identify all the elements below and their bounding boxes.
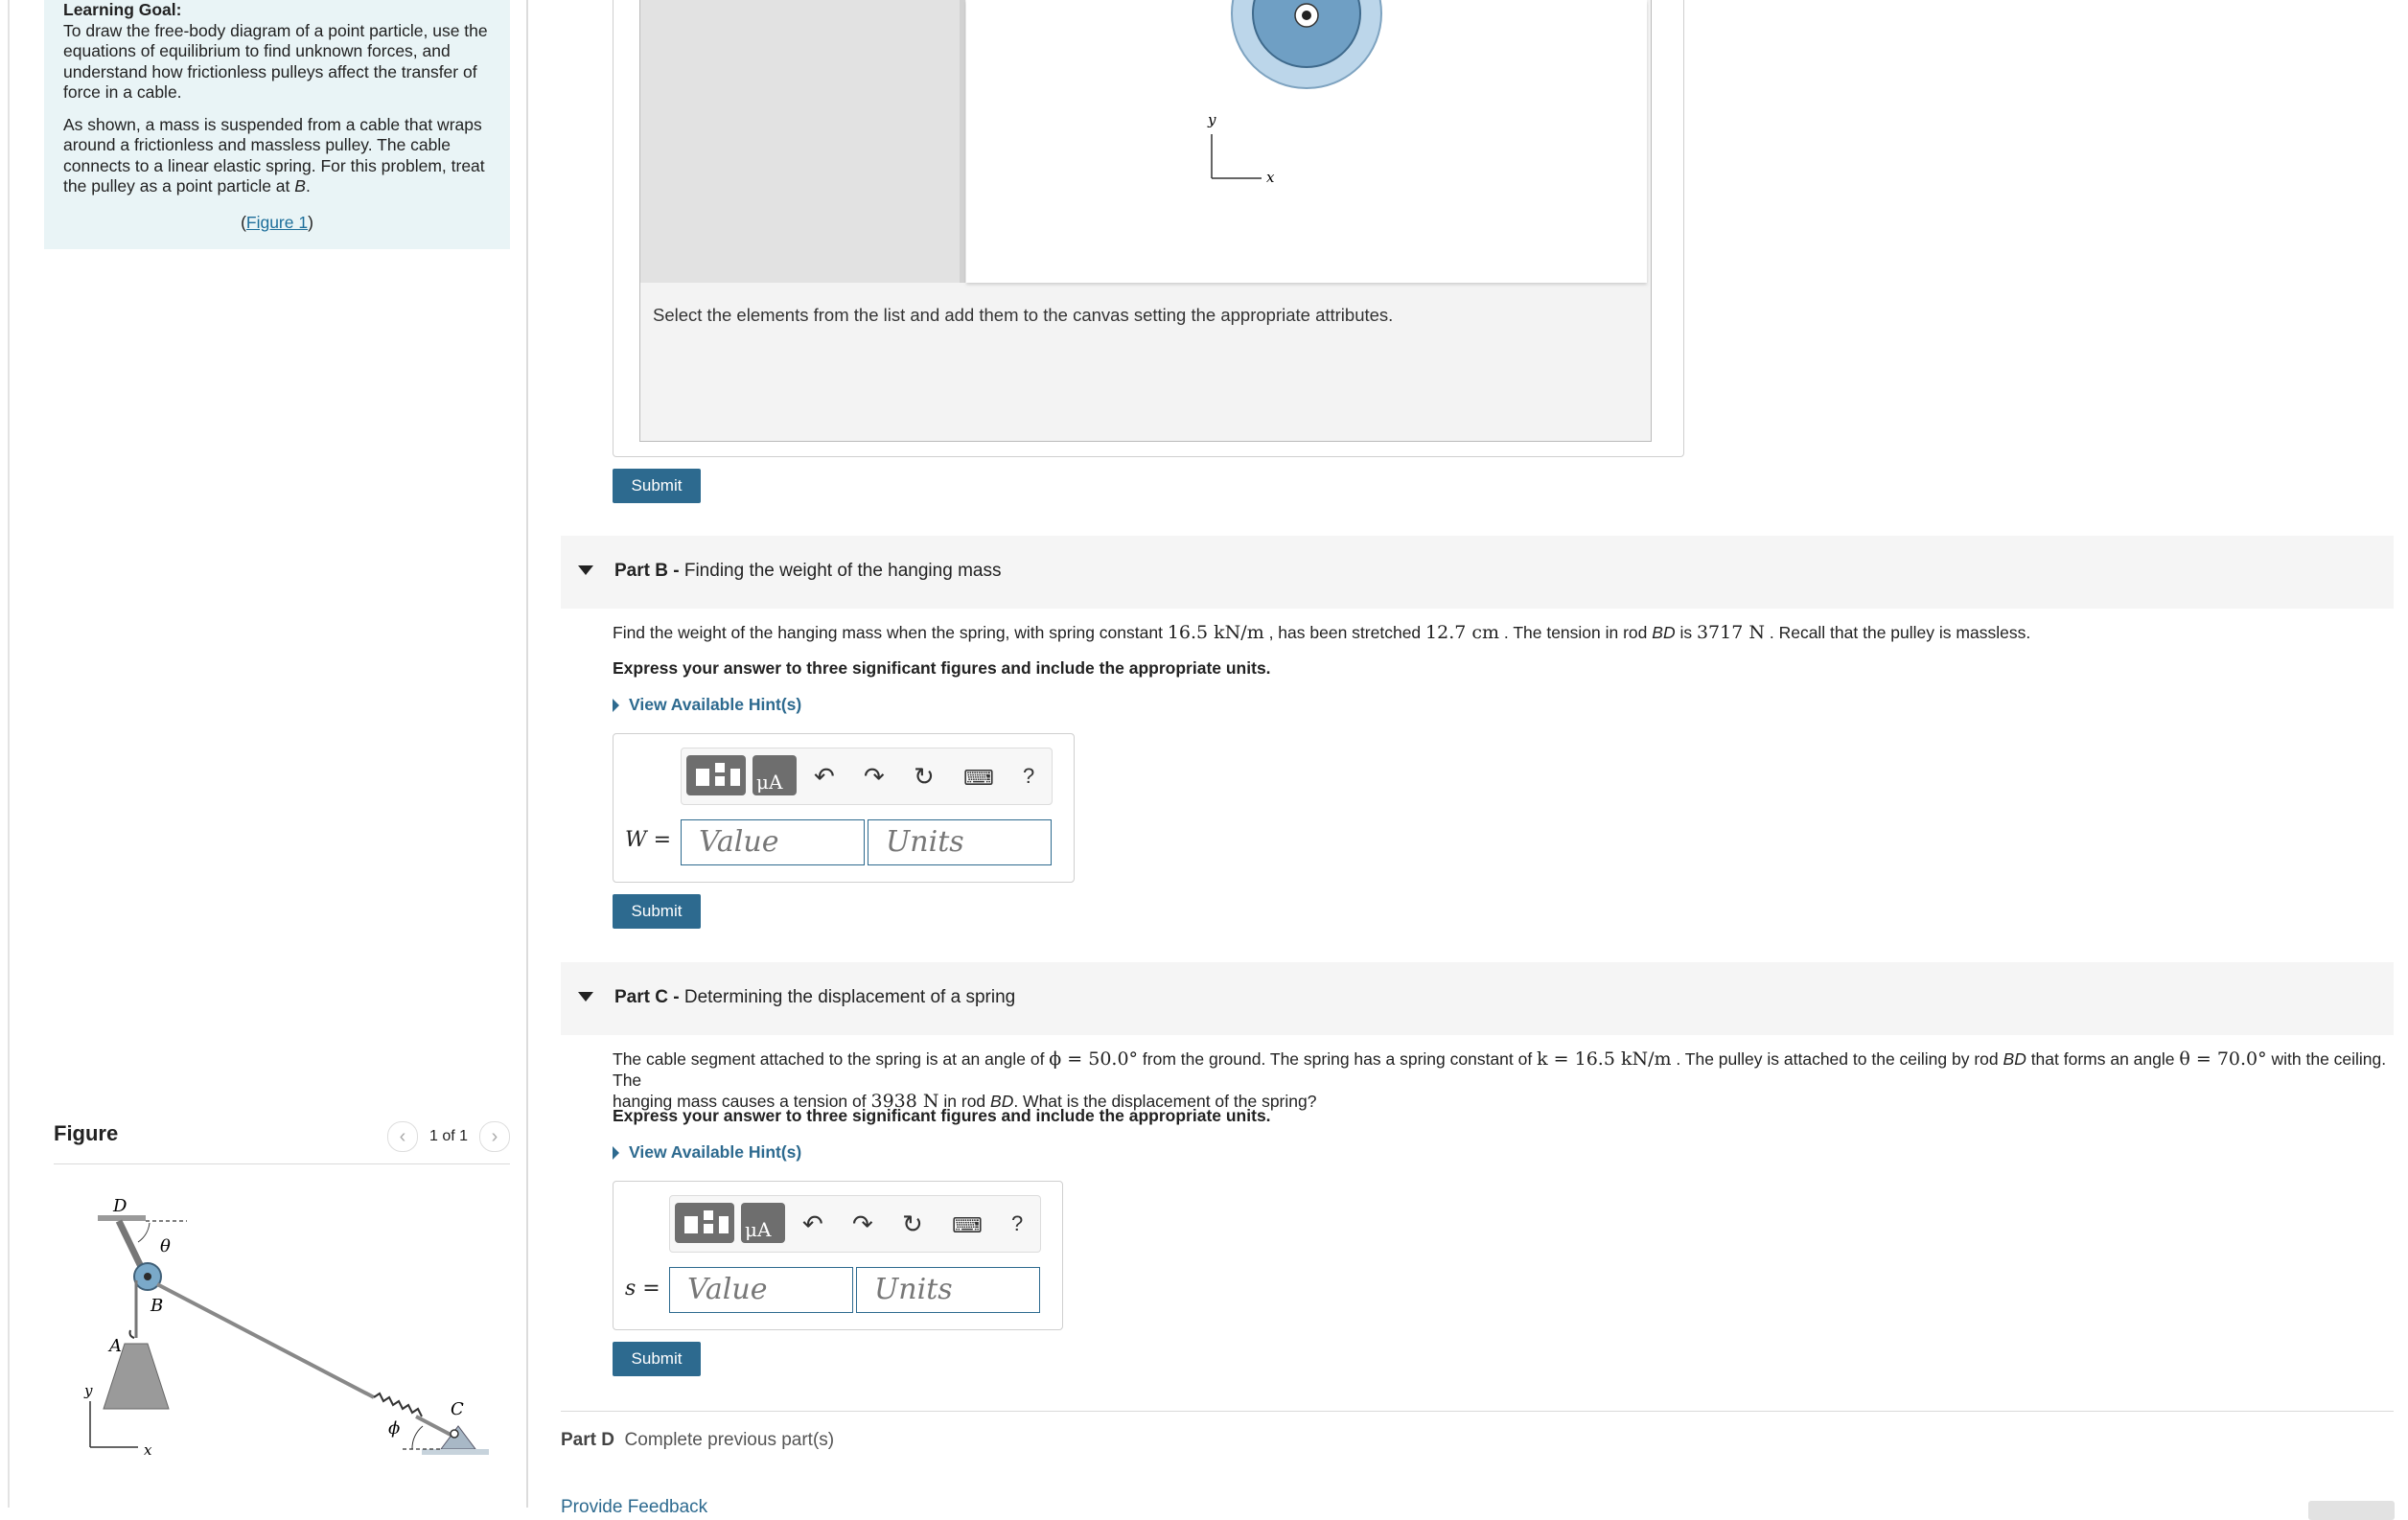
element-list-panel[interactable] <box>640 0 965 283</box>
units-symbols-button[interactable]: μA <box>752 755 797 795</box>
part-b-hint-toggle[interactable]: View Available Hint(s) <box>613 695 801 715</box>
collapse-triangle-icon <box>578 992 593 1002</box>
next-figure-button[interactable]: › <box>479 1121 510 1152</box>
label-a: A <box>107 1336 122 1356</box>
cable-to-spring <box>156 1282 375 1399</box>
keyboard-icon[interactable]: ⌨ <box>963 766 994 791</box>
part-c-submit-button[interactable]: Submit <box>613 1342 701 1376</box>
mu-a-icon: μA <box>756 771 783 794</box>
part-b-header[interactable]: Part B - Finding the weight of the hangi… <box>561 536 2394 609</box>
fbd-canvas[interactable]: y x <box>966 0 1647 283</box>
learning-goal-panel: Learning Goal: To draw the free-body diag… <box>44 0 510 249</box>
ground-c <box>422 1449 489 1455</box>
part-b-toolbar: μA ↶ ↷ ↻ ⌨ ? <box>681 748 1053 805</box>
undo-icon[interactable]: ↶ <box>814 762 835 792</box>
part-b-title: Part B - Finding the weight of the hangi… <box>614 561 1002 581</box>
panel-divider[interactable] <box>526 0 528 1508</box>
label-d: D <box>112 1196 127 1216</box>
pin-c <box>450 1429 459 1439</box>
reset-icon[interactable]: ↻ <box>914 762 935 792</box>
label-c: C <box>451 1399 464 1419</box>
axis-x-label: x <box>144 1441 152 1459</box>
problem-description: As shown, a mass is suspended from a cab… <box>63 114 485 196</box>
part-c-instruction: Express your answer to three significant… <box>613 1106 1271 1125</box>
part-a-submit-button[interactable]: Submit <box>613 469 701 503</box>
templates-button[interactable] <box>675 1203 734 1243</box>
displacement-variable-label: s = <box>625 1277 660 1301</box>
part-c-question: The cable segment attached to the spring… <box>613 1048 2387 1112</box>
redo-icon[interactable]: ↷ <box>852 1209 873 1239</box>
mu-a-icon: μA <box>745 1218 772 1241</box>
help-icon[interactable]: ? <box>1011 1211 1023 1236</box>
weight-variable-label: W = <box>625 828 672 852</box>
learning-goal-heading: Learning Goal: <box>63 0 182 19</box>
reset-icon[interactable]: ↻ <box>902 1209 923 1239</box>
provide-feedback-link[interactable]: Provide Feedback <box>561 1497 707 1518</box>
figure-title: Figure <box>54 1121 119 1145</box>
templates-icon <box>684 1210 729 1233</box>
label-phi: ϕ <box>388 1418 400 1439</box>
canvas-pulley-dot <box>1302 11 1311 20</box>
part-a-instructions: Select the elements from the list and ad… <box>653 305 1394 325</box>
spring <box>373 1392 423 1417</box>
displacement-units-input[interactable]: Units <box>856 1267 1040 1313</box>
support-c <box>440 1425 476 1450</box>
help-icon[interactable]: ? <box>1023 764 1034 789</box>
figure-link[interactable]: Figure 1 <box>246 213 308 232</box>
chevron-right-icon: › <box>491 1125 498 1147</box>
pulley-axle <box>144 1273 151 1280</box>
expand-triangle-icon <box>613 698 619 712</box>
label-b: B <box>150 1296 163 1316</box>
figure-pager: ‹ 1 of 1 › <box>386 1121 510 1152</box>
keyboard-icon[interactable]: ⌨ <box>952 1213 983 1238</box>
part-c-toolbar: μA ↶ ↷ ↻ ⌨ ? <box>669 1195 1041 1253</box>
expand-triangle-icon <box>613 1145 619 1160</box>
weight-value-input[interactable]: Value <box>681 819 865 865</box>
label-theta: θ <box>160 1236 171 1256</box>
pulley-figure: D θ B A C ϕ y x <box>83 1196 489 1459</box>
collapse-triangle-icon <box>578 565 593 575</box>
prev-figure-button[interactable]: ‹ <box>386 1121 418 1152</box>
part-b-instruction: Express your answer to three significant… <box>613 658 1271 678</box>
templates-icon <box>696 763 740 786</box>
part-c-title: Part C - Determining the displacement of… <box>614 987 1016 1007</box>
axis-y-label: y <box>83 1382 93 1399</box>
part-b-submit-button[interactable]: Submit <box>613 894 701 929</box>
figure-header: Figure ‹ 1 of 1 › <box>54 1121 510 1164</box>
figure-page-count: 1 of 1 <box>428 1128 468 1144</box>
figure-link-wrap: (Figure 1) <box>241 212 313 232</box>
redo-icon[interactable]: ↷ <box>864 762 885 792</box>
undo-icon[interactable]: ↶ <box>802 1209 823 1239</box>
next-button[interactable] <box>2308 1501 2395 1520</box>
displacement-value-input[interactable]: Value <box>669 1267 853 1313</box>
spring-link <box>415 1415 453 1438</box>
canvas-axis-x-label: x <box>1266 169 1275 186</box>
weight-units-input[interactable]: Units <box>868 819 1052 865</box>
part-c-header[interactable]: Part C - Determining the displacement of… <box>561 962 2394 1035</box>
units-symbols-button[interactable]: μA <box>741 1203 785 1243</box>
templates-button[interactable] <box>686 755 746 795</box>
part-d-divider <box>561 1411 2394 1412</box>
part-d-status: Part D Complete previous part(s) <box>561 1430 835 1450</box>
page-border <box>8 0 10 1508</box>
canvas-axis-y-label: y <box>1207 111 1216 128</box>
fbd-canvas-drawing: y x <box>1207 0 1382 186</box>
hook-a <box>128 1329 135 1339</box>
part-b-question: Find the weight of the hanging mass when… <box>613 622 2031 643</box>
theta-arc <box>137 1222 150 1243</box>
part-c-hint-toggle[interactable]: View Available Hint(s) <box>613 1142 801 1163</box>
learning-goal-text: Learning Goal: To draw the free-body diag… <box>63 0 488 102</box>
chevron-left-icon: ‹ <box>399 1125 406 1147</box>
phi-arc <box>411 1425 424 1450</box>
